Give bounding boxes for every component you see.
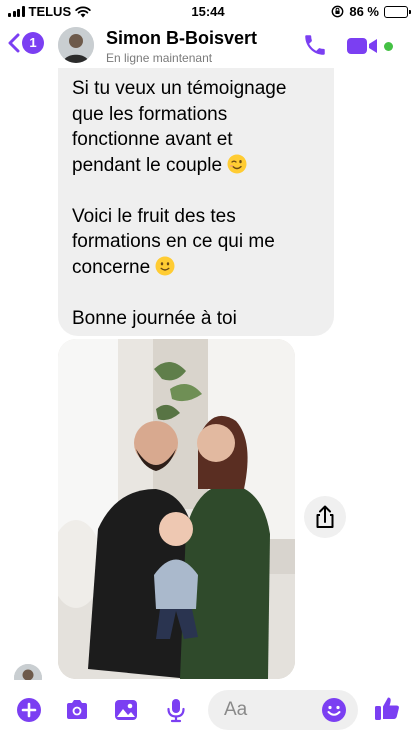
photo-attachment[interactable] [58, 339, 295, 679]
contact-avatar[interactable] [58, 27, 94, 63]
message-line: Bonne journée à toi [72, 307, 237, 329]
battery-icon [384, 5, 411, 18]
message-line: Si tu veux un témoignage [72, 78, 287, 99]
message-paragraph-2: Voici le fruit des tes formations en ce … [72, 204, 320, 281]
message-line: pendant le couple [72, 154, 223, 176]
chevron-left-icon [8, 33, 20, 53]
composer-bar [0, 680, 416, 740]
message-bubble[interactable]: Si tu veux un témoignage que les formati… [58, 60, 334, 336]
message-line: concerne [72, 256, 151, 278]
message-line: fonctionne avant et [72, 129, 233, 150]
chat-header: 1 Simon B-Boisvert En ligne maintenant [0, 22, 416, 68]
contact-name[interactable]: Simon B-Boisvert [106, 28, 257, 49]
orientation-lock-icon [331, 5, 344, 18]
phone-icon[interactable] [302, 32, 328, 58]
unread-badge: 1 [22, 32, 44, 54]
camera-icon[interactable] [64, 697, 90, 723]
microphone-icon[interactable] [163, 697, 189, 723]
image-icon[interactable] [113, 697, 139, 723]
share-icon [316, 505, 334, 528]
family-photo [58, 339, 295, 679]
contact-status: En ligne maintenant [106, 51, 213, 65]
message-paragraph-3: Bonne journée à toi [72, 306, 320, 332]
plus-icon[interactable] [16, 697, 42, 723]
battery-percent: 86 % [349, 4, 379, 19]
emoji-icon[interactable] [321, 697, 347, 723]
back-button[interactable]: 1 [8, 32, 44, 54]
message-line: Voici le fruit des tes [72, 205, 236, 227]
status-right: 86 % [331, 4, 411, 19]
message-paragraph-1: Si tu veux un témoignage que les formati… [72, 76, 320, 178]
message-line: formations en ce qui me [72, 231, 275, 252]
thumbs-up-icon[interactable] [373, 694, 401, 722]
online-status-dot [384, 42, 393, 51]
status-bar: TELUS 15:44 86 % [0, 0, 416, 22]
message-line: que les formations [72, 103, 228, 125]
slightly-smiling-face-emoji [155, 256, 175, 275]
video-camera-icon[interactable] [346, 35, 378, 57]
share-button[interactable] [304, 496, 346, 538]
winking-face-emoji [227, 154, 247, 173]
